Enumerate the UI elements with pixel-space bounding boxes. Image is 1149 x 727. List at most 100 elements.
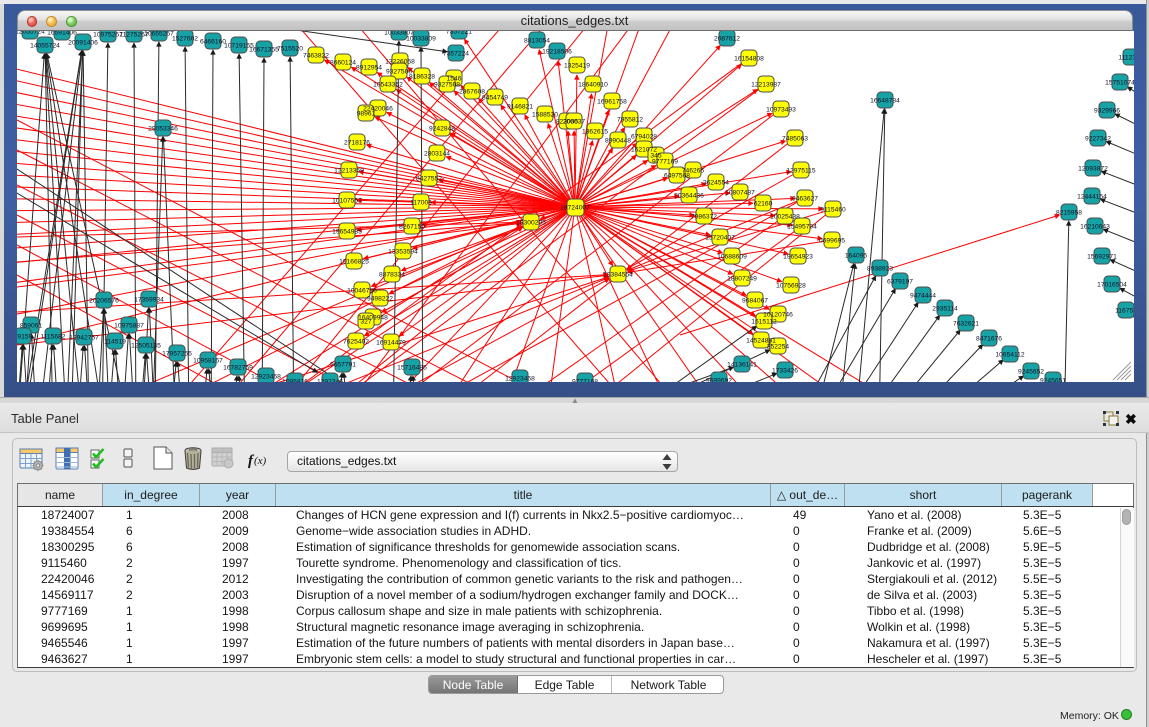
svg-text:15495794: 15495794 <box>787 224 817 231</box>
svg-text:17016504: 17016504 <box>1097 282 1127 289</box>
svg-text:116753: 116753 <box>1115 308 1134 315</box>
svg-text:746266: 746266 <box>682 168 705 175</box>
svg-text:8215958: 8215958 <box>1056 210 1082 217</box>
svg-text:17957255: 17957255 <box>162 351 192 358</box>
svg-text:12093872: 12093872 <box>1078 166 1108 173</box>
svg-text:9474444: 9474444 <box>910 293 936 300</box>
svg-text:20206576: 20206576 <box>89 298 119 305</box>
svg-text:8990448: 8990448 <box>605 138 631 145</box>
svg-text:7357221: 7357221 <box>446 31 472 36</box>
svg-text:12942757: 12942757 <box>69 335 99 342</box>
svg-text:1112345: 1112345 <box>1118 55 1134 62</box>
svg-text:8186328: 8186328 <box>409 74 435 81</box>
svg-text:10958167: 10958167 <box>193 358 223 365</box>
svg-text:14055724: 14055724 <box>30 43 60 50</box>
svg-text:8813054: 8813054 <box>524 38 550 45</box>
svg-text:10688609: 10688609 <box>717 254 747 261</box>
svg-text:1588520: 1588520 <box>532 112 558 119</box>
svg-text:13353594: 13353594 <box>388 249 418 256</box>
svg-text:1115682: 1115682 <box>40 334 65 341</box>
svg-text:9245651: 9245651 <box>1040 378 1066 383</box>
svg-text:19166825: 19166825 <box>339 259 369 266</box>
svg-text:17359934: 17359934 <box>134 297 164 304</box>
svg-text:19384554: 19384554 <box>603 272 633 279</box>
svg-text:114519: 114519 <box>104 339 126 346</box>
svg-text:6794028: 6794028 <box>631 134 657 141</box>
svg-text:7515520: 7515520 <box>277 46 303 53</box>
svg-text:8660124: 8660124 <box>330 60 356 67</box>
svg-text:16591406: 16591406 <box>47 31 77 37</box>
svg-text:7955812: 7955812 <box>617 117 643 124</box>
svg-text:15720407: 15720407 <box>705 235 735 242</box>
svg-text:164095: 164095 <box>845 253 868 260</box>
svg-text:(x): (x) <box>254 455 267 467</box>
svg-text:15716485: 15716485 <box>397 365 427 372</box>
svg-text:16210643: 16210643 <box>1080 224 1110 231</box>
svg-text:6466160: 6466160 <box>200 39 226 46</box>
svg-text:9463627: 9463627 <box>792 196 818 203</box>
svg-text:9115460: 9115460 <box>820 207 846 214</box>
svg-text:10543362: 10543362 <box>373 82 403 89</box>
svg-text:859061: 859061 <box>20 323 43 330</box>
svg-text:16154808: 16154808 <box>734 56 764 63</box>
svg-text:10654112: 10654112 <box>995 352 1025 359</box>
svg-text:7986372: 7986372 <box>691 214 717 221</box>
svg-text:1292346: 1292346 <box>317 379 343 383</box>
svg-text:1325419: 1325419 <box>564 63 590 70</box>
svg-text:15692971: 15692971 <box>1087 254 1117 261</box>
svg-text:19654923: 19654923 <box>783 254 813 261</box>
svg-text:9242848: 9242848 <box>429 126 455 133</box>
svg-text:12213987: 12213987 <box>751 82 781 89</box>
svg-text:29053346: 29053346 <box>148 126 178 133</box>
svg-text:9227342: 9227342 <box>1085 136 1111 143</box>
svg-text:2718176: 2718176 <box>344 140 370 147</box>
svg-text:7632621: 7632621 <box>953 321 979 328</box>
svg-text:9777168: 9777168 <box>572 379 598 383</box>
svg-text:1527602: 1527602 <box>172 36 198 43</box>
svg-text:8427552: 8427552 <box>416 176 442 183</box>
svg-text:327: 327 <box>360 319 371 326</box>
svg-text:8267150: 8267150 <box>399 224 425 231</box>
svg-text:7357224: 7357224 <box>443 51 469 58</box>
svg-text:7463822: 7463822 <box>303 53 329 60</box>
svg-text:10807487: 10807487 <box>725 190 755 197</box>
svg-text:9498222: 9498222 <box>367 296 393 303</box>
svg-text:8938923: 8938923 <box>867 266 893 273</box>
svg-text:1362615: 1362615 <box>582 129 608 136</box>
svg-text:9777169: 9777169 <box>652 159 678 166</box>
svg-text:0699695: 0699695 <box>819 238 845 245</box>
svg-text:12975115: 12975115 <box>786 168 816 175</box>
svg-text:12444154: 12444154 <box>1077 194 1107 201</box>
svg-text:10046786: 10046786 <box>347 288 377 295</box>
svg-text:2803144: 2803144 <box>424 151 450 158</box>
svg-text:10975887: 10975887 <box>114 323 144 330</box>
svg-text:10107553: 10107553 <box>332 198 362 205</box>
svg-text:10033809: 10033809 <box>406 36 436 43</box>
svg-text:9146821: 9146821 <box>507 104 533 111</box>
svg-text:9684067: 9684067 <box>742 298 768 305</box>
svg-text:10025438: 10025438 <box>770 214 800 221</box>
svg-text:16671355: 16671355 <box>249 47 279 54</box>
svg-text:12505135: 12505135 <box>131 343 161 350</box>
svg-text:8912954: 8912954 <box>356 65 382 72</box>
svg-text:14136141: 14136141 <box>727 362 757 369</box>
svg-text:1733426: 1733426 <box>772 368 798 375</box>
svg-text:1615112: 1615112 <box>751 319 777 326</box>
svg-text:15751074: 15751074 <box>1105 80 1134 87</box>
svg-text:12055724: 12055724 <box>17 31 45 36</box>
svg-text:20091406: 20091406 <box>68 40 98 47</box>
svg-text:7485063: 7485063 <box>782 136 808 143</box>
svg-text:19218506: 19218506 <box>542 49 572 56</box>
svg-text:206037: 206037 <box>563 119 586 126</box>
svg-text:10655267: 10655267 <box>144 31 174 38</box>
svg-text:2087612: 2087612 <box>714 36 740 43</box>
svg-text:9245652: 9245652 <box>1018 369 1044 376</box>
svg-text:1095816: 1095816 <box>282 379 308 383</box>
svg-text:3624554: 3624554 <box>703 180 729 187</box>
svg-text:117006: 117006 <box>410 200 432 207</box>
svg-text:20364436: 20364436 <box>674 193 704 200</box>
svg-text:10756928: 10756928 <box>776 283 806 290</box>
svg-text:19654985: 19654985 <box>332 229 362 236</box>
svg-text:252254: 252254 <box>767 344 790 351</box>
svg-text:12923468: 12923468 <box>251 374 281 381</box>
